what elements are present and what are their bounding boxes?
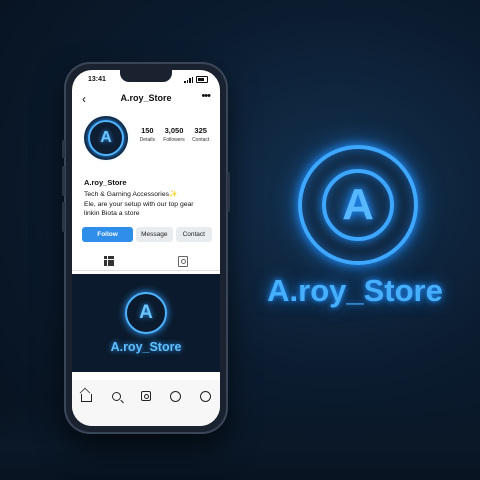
phone-side-button xyxy=(227,172,230,212)
post-tile[interactable]: A A.roy_Store xyxy=(72,274,220,372)
post-logo: A xyxy=(125,292,167,334)
page-title: A.roy_Store xyxy=(120,93,172,103)
phone-side-button xyxy=(62,140,65,158)
profile-stats: 150 Details 3,050 Followers 325 Contact xyxy=(134,126,214,143)
bio-line: Ele, are your setup with our top gear xyxy=(84,200,194,208)
avatar-logo: A xyxy=(88,120,124,156)
phone-side-button xyxy=(62,166,65,196)
message-button[interactable]: Message xyxy=(136,227,173,242)
neon-logo-letter: A xyxy=(322,169,394,241)
stat-contact[interactable]: 325 Contact xyxy=(187,126,214,143)
phone-side-button xyxy=(62,202,65,232)
stat-value: 150 xyxy=(141,126,154,135)
stat-label: Contact xyxy=(192,137,210,143)
status-icons xyxy=(184,76,208,83)
profile-tabs xyxy=(72,252,220,271)
home-icon[interactable] xyxy=(81,390,93,402)
activity-icon[interactable] xyxy=(170,390,182,402)
reels-icon[interactable] xyxy=(140,390,152,402)
stat-value: 3,050 xyxy=(164,126,184,135)
more-options-icon[interactable]: ••• xyxy=(201,90,211,102)
stat-value: 325 xyxy=(194,126,207,135)
search-icon[interactable] xyxy=(110,390,122,402)
grid-icon xyxy=(103,255,115,267)
follow-button[interactable]: Follow xyxy=(82,227,134,242)
post-title: A.roy_Store xyxy=(110,340,182,354)
phone-mockup: 13:41 ‹ A.roy_Store ••• A 150 Details 3,… xyxy=(62,62,230,434)
profile-bio: A.roy_Store Tech & Garning Accessories✨ … xyxy=(84,178,214,219)
bio-name: A.roy_Store xyxy=(84,178,127,187)
contact-button[interactable]: Contact xyxy=(175,227,212,242)
profile-summary: A 150 Details 3,050 Followers 325 Contac… xyxy=(72,116,220,176)
tab-posts[interactable] xyxy=(103,255,115,267)
stat-label: Details xyxy=(139,137,155,143)
stat-label: Followers xyxy=(163,137,185,143)
signal-icon xyxy=(184,76,193,83)
bio-line: linkin Biota a store xyxy=(84,210,140,217)
profile-actions: Follow Message Contact xyxy=(82,227,212,242)
tagged-icon xyxy=(178,255,188,267)
status-time: 13:41 xyxy=(88,76,106,83)
phone-screen: 13:41 ‹ A.roy_Store ••• A 150 Details 3,… xyxy=(72,70,220,426)
bio-line: Tech & Garning Accessories✨ xyxy=(84,191,178,198)
neon-brand-logo: A xyxy=(298,145,418,265)
tab-tagged[interactable] xyxy=(178,255,188,267)
battery-icon xyxy=(196,76,208,83)
profile-icon[interactable] xyxy=(199,390,211,402)
neon-brand-name: A.roy_Store xyxy=(267,273,443,308)
stat-details[interactable]: 150 Details xyxy=(134,126,161,143)
phone-notch xyxy=(120,70,172,82)
profile-header: ‹ A.roy_Store ••• xyxy=(72,90,220,110)
bottom-nav xyxy=(72,380,220,426)
avatar[interactable]: A xyxy=(84,116,128,160)
stat-followers[interactable]: 3,050 Followers xyxy=(161,126,188,143)
